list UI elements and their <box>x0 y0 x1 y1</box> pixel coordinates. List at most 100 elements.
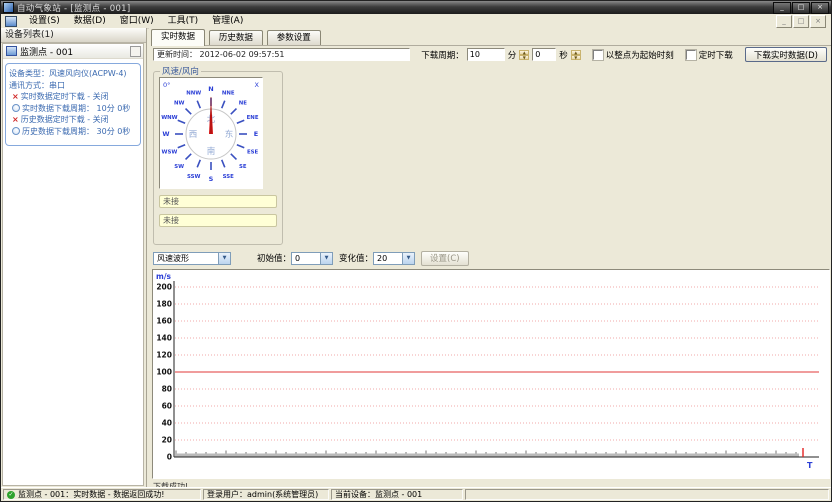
statusbar: ✓ 监测点 - 001：实时数据 - 数据返回成功! 登录用户：admin(系统… <box>1 487 831 501</box>
spinner-down-icon[interactable]: ▼ <box>571 55 581 60</box>
compass-tick <box>237 120 244 123</box>
checkbox-box[interactable] <box>593 50 603 60</box>
y-tick-label: 80 <box>162 385 172 394</box>
info-history-period: 历史数据下载周期： 30分 0秒 <box>9 126 138 138</box>
compass-direction-label: WNW <box>161 115 177 121</box>
minutes-unit-label: 分 <box>508 49 517 61</box>
compass-direction-label: SSW <box>187 174 201 180</box>
menu-manage[interactable]: 管理(A) <box>205 15 250 28</box>
y-tick-label: 60 <box>162 402 172 411</box>
device-info-box: 设备类型：风速风向仪(ACPW-4) 通讯方式：串口 × 实时数据定时下载 - … <box>5 63 141 146</box>
titlebar: 自动气象站 - [监测点 - 001] _ □ × <box>1 1 831 14</box>
seconds-input[interactable]: 0 <box>532 48 556 61</box>
download-period-label: 下载周期： <box>421 49 464 61</box>
info-realtime-period: 实时数据下载周期： 10分 0秒 <box>9 103 138 115</box>
tab-bar: 实时数据 历史数据 参数设置 <box>151 28 831 46</box>
y-tick-label: 40 <box>162 419 172 428</box>
x-icon: × <box>12 91 19 103</box>
mdi-restore-button[interactable]: □ <box>793 15 809 28</box>
close-button[interactable]: × <box>811 2 829 14</box>
compass-direction-label: E <box>254 130 258 138</box>
chevron-down-icon[interactable]: ▼ <box>218 253 230 264</box>
step-value-select[interactable]: 20 ▼ <box>373 252 415 265</box>
download-realtime-button[interactable]: 下载实时数据(D) <box>745 47 827 62</box>
tree-item-device[interactable]: 监测点 - 001 <box>3 44 143 59</box>
wind-compass: NNNENEENEEESESESSESSSWSWWSWWWNWNWNNW北东南西… <box>159 77 263 189</box>
y-tick-label: 180 <box>156 300 172 309</box>
collapse-toggle[interactable] <box>130 46 141 57</box>
menu-settings[interactable]: 设置(S) <box>22 15 67 28</box>
compass-direction-label: NNW <box>186 91 201 97</box>
compass-direction-label: ESE <box>247 149 259 155</box>
menu-data[interactable]: 数据(D) <box>67 15 113 28</box>
update-time-field: 更新时间： 2012-06-02 09:57:51 <box>153 48 410 61</box>
compass-inner-label: 西 <box>189 130 198 140</box>
y-tick-label: 200 <box>156 283 172 292</box>
maximize-button[interactable]: □ <box>792 2 810 14</box>
tab-history-data[interactable]: 历史数据 <box>209 30 263 45</box>
y-tick-label: 140 <box>156 334 172 343</box>
compass-direction-label: N <box>208 85 213 93</box>
y-axis-unit-label: m/s <box>156 272 172 281</box>
status-message-pane: ✓ 监测点 - 001：实时数据 - 数据返回成功! <box>3 489 201 500</box>
window-title: 自动气象站 - [监测点 - 001] <box>17 2 773 14</box>
checkbox-timed-download[interactable]: 定时下载 <box>686 49 733 61</box>
mdi-close-button[interactable]: × <box>810 15 826 28</box>
tab-parameter-settings[interactable]: 参数设置 <box>267 30 321 45</box>
compass-inner-label: 南 <box>207 146 216 157</box>
spinner-down-icon[interactable]: ▼ <box>519 55 529 60</box>
info-history-timer: × 历史数据定时下载 - 关闭 <box>9 114 138 126</box>
minutes-input[interactable]: 10 <box>467 48 505 61</box>
minutes-spinner[interactable]: ▲ ▼ <box>519 50 529 60</box>
compass-direction-label: ENE <box>247 115 259 121</box>
compass-tick <box>197 160 200 167</box>
y-tick-label: 100 <box>156 368 172 377</box>
device-list-header: 设备列表(1) <box>1 28 146 43</box>
menu-window[interactable]: 窗口(W) <box>113 15 161 28</box>
initial-value-label: 初始值： <box>257 252 291 264</box>
x-icon: × <box>12 114 19 126</box>
seconds-spinner[interactable]: ▲ ▼ <box>571 50 581 60</box>
device-panel: 设备列表(1) 监测点 - 001 设备类型：风速风向仪(ACPW-4) 通讯方… <box>1 28 147 487</box>
compass-direction-label: SE <box>239 164 247 170</box>
main-area: 实时数据 历史数据 参数设置 更新时间： 2012-06-02 09:57:51… <box>149 28 831 487</box>
checkbox-box[interactable] <box>686 50 696 60</box>
minimize-button[interactable]: _ <box>773 2 791 14</box>
compass-direction-label: NE <box>239 100 248 106</box>
chevron-down-icon[interactable]: ▼ <box>320 253 332 264</box>
initial-value-select[interactable]: 0 ▼ <box>291 252 333 265</box>
info-comm-mode: 通讯方式：串口 <box>9 80 138 92</box>
set-button[interactable]: 设置(C) <box>421 251 469 266</box>
y-tick-label: 0 <box>167 453 172 462</box>
compass-tick <box>186 109 192 115</box>
device-icon <box>6 46 17 56</box>
status-user: 登录用户：admin(系统管理员) <box>203 489 329 500</box>
tab-realtime-data[interactable]: 实时数据 <box>151 29 205 46</box>
chevron-down-icon[interactable]: ▼ <box>402 253 414 264</box>
device-tree: 监测点 - 001 设备类型：风速风向仪(ACPW-4) 通讯方式：串口 × 实… <box>2 43 144 486</box>
mdi-minimize-button[interactable]: _ <box>776 15 792 28</box>
info-realtime-timer: × 实时数据定时下载 - 关闭 <box>9 91 138 103</box>
menubar: 设置(S) 数据(D) 窗口(W) 工具(T) 管理(A) _ □ × <box>1 14 831 29</box>
menu-tools[interactable]: 工具(T) <box>161 15 206 28</box>
compass-direction-label: NW <box>174 100 185 106</box>
y-tick-label: 120 <box>156 351 172 360</box>
wind-speed-chart: 020406080100120140160180200Tm/s <box>152 269 830 479</box>
wind-direction-readout: 0° <box>163 81 170 89</box>
success-icon: ✓ <box>7 491 15 499</box>
checkbox-align-start[interactable]: 以整点为起始时刻 <box>593 49 674 61</box>
compass-tick <box>186 154 192 160</box>
y-tick-label: 160 <box>156 317 172 326</box>
compass-direction-label: SW <box>174 164 184 170</box>
chart-svg: 020406080100120140160180200Tm/s <box>153 270 829 478</box>
mdi-child-icon <box>5 16 17 27</box>
compass-direction-label: WSW <box>162 149 178 155</box>
time-cursor-handle[interactable]: T <box>807 461 813 470</box>
wind-group-label: 风速/风向 <box>160 65 201 77</box>
status-empty-pane <box>465 489 829 500</box>
info-device-type: 设备类型：风速风向仪(ACPW-4) <box>9 68 138 80</box>
compass-tick <box>231 109 237 115</box>
compass-tick <box>178 145 185 148</box>
waveform-select[interactable]: 风速波形 ▼ <box>153 252 231 265</box>
tree-item-label: 监测点 - 001 <box>20 45 130 58</box>
